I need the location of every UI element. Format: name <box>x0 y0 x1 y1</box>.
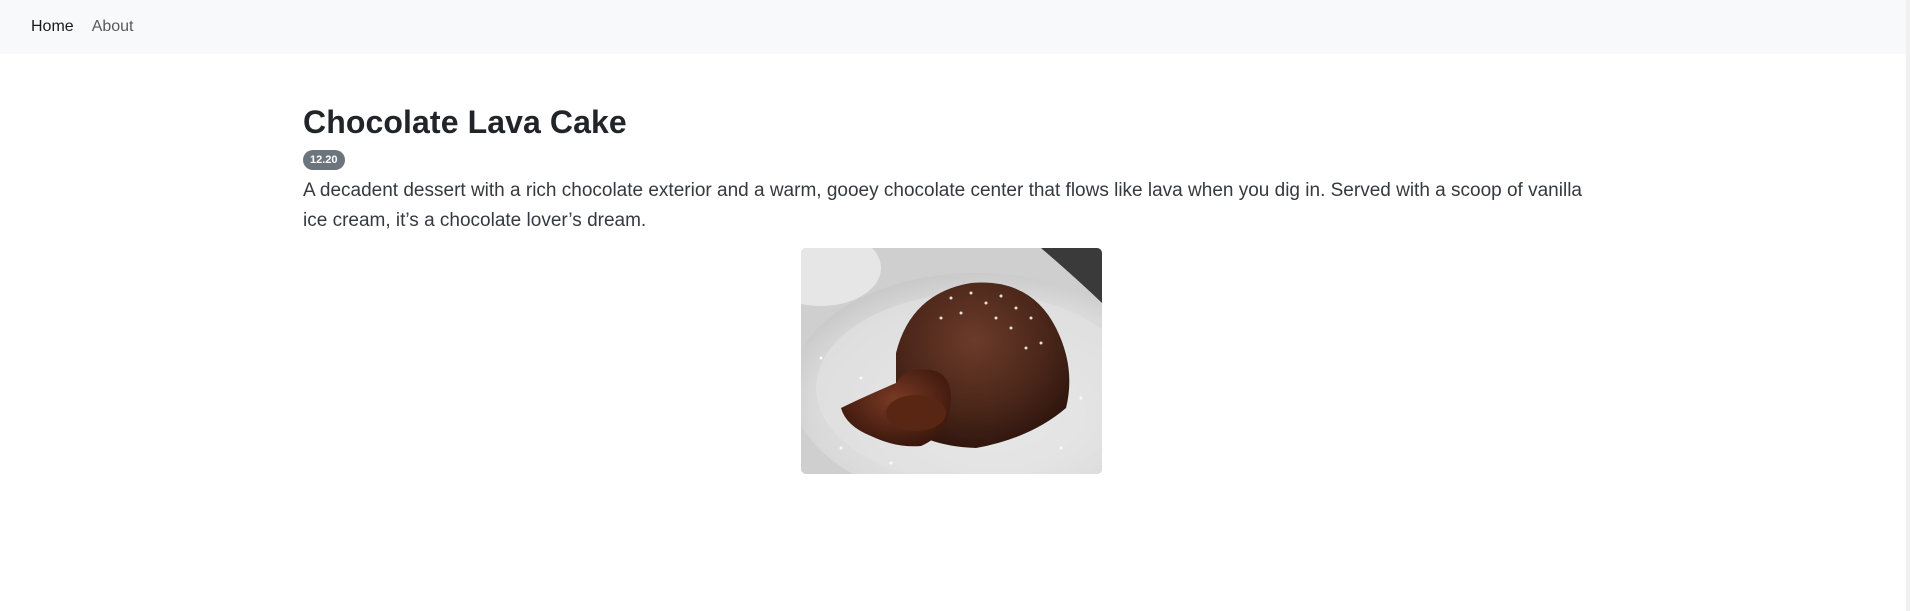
top-navbar: Home About <box>0 0 1906 54</box>
scrollbar[interactable] <box>1906 0 1910 611</box>
price-badge: 12.20 <box>303 150 345 170</box>
recipe-description: A decadent dessert with a rich chocolate… <box>303 180 1582 231</box>
chocolate-lava-cake-photo <box>801 248 1102 474</box>
recipe-image <box>801 248 1102 474</box>
recipe-content: Chocolate Lava Cake 12.20 A decadent des… <box>303 100 1593 236</box>
nav-home-link[interactable]: Home <box>22 18 83 36</box>
nav-about-link[interactable]: About <box>83 18 143 36</box>
recipe-title: Chocolate Lava Cake <box>303 104 627 140</box>
